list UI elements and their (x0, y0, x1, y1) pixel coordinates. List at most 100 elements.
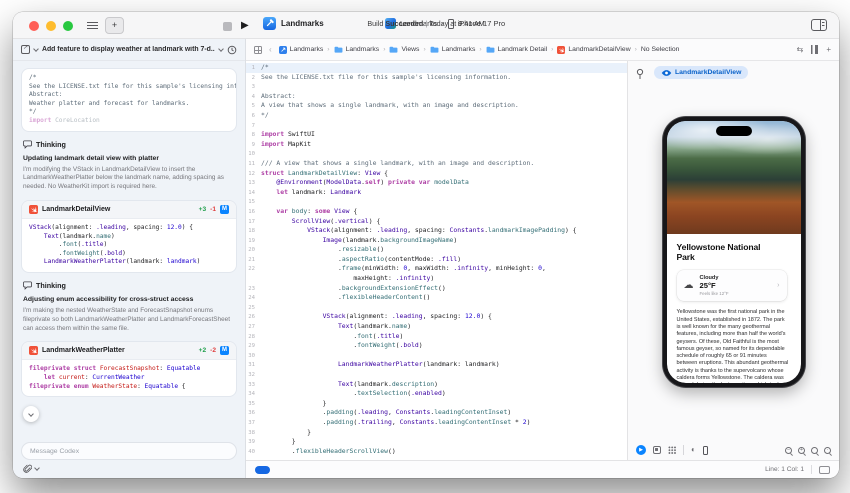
source-editor[interactable]: 1/* 2 See the LICENSE.txt file for this sa… (246, 61, 628, 460)
chevron-down-icon (28, 410, 34, 417)
lines-removed: -2 (210, 347, 216, 355)
device-settings-icon[interactable] (702, 445, 708, 455)
xcode-project-icon (263, 17, 276, 30)
breadcrumb-item[interactable]: Landmarks (334, 46, 379, 53)
chat-message-input[interactable] (21, 442, 237, 460)
lines-added: +3 (198, 205, 207, 213)
code-line: 19 Image(landmark.backgroundImageName) (246, 236, 627, 246)
chevron-down-icon[interactable] (34, 465, 40, 471)
code-line: 14 let landmark: Landmark (246, 188, 627, 198)
project-indicator[interactable]: Landmarks (263, 17, 324, 30)
editor-options-icon[interactable] (811, 19, 827, 31)
thinking-body: I'm modifying the VStack in LandmarkDeta… (23, 165, 224, 191)
code-line: 29 .fontWeight(.bold) (246, 341, 627, 351)
file-change-card-1[interactable]: LandmarkDetailView +3 -1 M VStack(alignm… (21, 199, 237, 273)
variants-icon[interactable] (653, 446, 661, 454)
grid-icon[interactable] (668, 446, 676, 454)
thinking-label: Thinking (36, 139, 66, 149)
zoom-fit-icon[interactable] (811, 446, 818, 454)
swift-file-icon (29, 346, 38, 356)
swap-arrows-icon[interactable]: ⇆ (797, 45, 804, 54)
code-line: 5A view that shows a single landmark, wi… (246, 101, 627, 111)
display-icon[interactable] (819, 465, 830, 474)
code-line: 38 } (246, 428, 627, 438)
thinking-title: Adjusting enum accessibility for cross-s… (23, 295, 194, 303)
code-line: 2 See the LICENSE.txt file for this sampl… (246, 73, 627, 83)
breadcrumb-item[interactable]: Views (389, 46, 419, 53)
zoom-actual-size-icon[interactable]: · (824, 446, 831, 454)
breadcrumb-item[interactable]: LandmarkDetailView (557, 45, 631, 54)
code-line: 11/// A view that shows a single landmar… (246, 159, 627, 169)
code-line: 27 Text(landmark.name) (246, 322, 627, 332)
thinking-section-1: Thinking Updating landmark detail view w… (21, 139, 237, 193)
code-line: 9 import MapKit (246, 140, 627, 150)
preview-target-pill[interactable]: LandmarkDetailView (654, 66, 749, 79)
file-change-card-2[interactable]: LandmarkWeatherPlatter +2 -2 M filepriva… (21, 341, 237, 398)
run-button[interactable]: ▶ (241, 19, 249, 32)
editor-status-bar: Line: 1 Col: 1 (246, 460, 839, 478)
compose-icon[interactable] (21, 44, 30, 54)
code-line: 3 (246, 82, 627, 92)
chevron-down-icon[interactable] (218, 45, 224, 52)
breadcrumb-label: LandmarkDetailView (568, 46, 631, 53)
back-navigation-icon[interactable]: ‹ (269, 45, 272, 54)
zoom-window-button[interactable] (63, 21, 73, 31)
chat-footer (13, 460, 245, 478)
minimize-window-button[interactable] (46, 21, 56, 31)
lines-removed: -1 (210, 205, 216, 213)
breadcrumb-item[interactable]: Landmark Detail (486, 46, 547, 53)
code-line: /* (29, 74, 37, 81)
speech-bubble-icon (23, 140, 32, 149)
related-items-icon[interactable] (254, 45, 262, 54)
chevron-down-icon[interactable] (33, 45, 39, 52)
preview-target-label: LandmarkDetailView (675, 69, 742, 76)
breadcrumb-item[interactable]: Landmarks (430, 46, 475, 53)
license-code-card: /* See the LICENSE.txt file for this samp… (21, 68, 237, 132)
chat-list-icon[interactable] (87, 22, 98, 30)
close-window-button[interactable] (29, 21, 39, 31)
new-chat-button[interactable]: + (105, 17, 124, 34)
iphone-preview[interactable]: Yellowstone National Park ☁ Cloudy 25°F … (662, 117, 805, 387)
stop-button[interactable] (223, 22, 232, 31)
code-line: 40 .flexibleHeaderScrollView() (246, 447, 627, 457)
eye-icon (661, 69, 672, 76)
xcode-window: + ▶ Landmarks Landmarks › iPhone 17 Pro … (13, 12, 839, 478)
zoom-out-icon[interactable]: − (785, 446, 792, 454)
code-line: VStack(alignment: .leading, spacing: 12.… (29, 223, 193, 231)
breadcrumb-label: Landmarks (289, 46, 324, 53)
history-clock-icon[interactable] (227, 45, 237, 55)
swift-file-icon (557, 45, 566, 54)
assist-indicator-pill[interactable] (255, 465, 270, 474)
scroll-to-bottom-button[interactable] (23, 406, 39, 422)
breadcrumb-item[interactable]: No Selection (641, 46, 680, 53)
scheme-selector[interactable]: Landmarks › iPhone 17 Pro (385, 18, 505, 29)
pin-icon[interactable] (635, 68, 645, 80)
code-line: 8 import SwiftUI (246, 130, 627, 140)
chat-title[interactable]: Add feature to display weather at landma… (42, 46, 215, 53)
color-scheme-icon[interactable]: ◐ (691, 445, 696, 455)
weather-platter[interactable]: ☁ Cloudy 25°F Feels like 12°F › (676, 269, 787, 302)
modified-badge: M (220, 204, 229, 214)
chat-transcript[interactable]: /* See the LICENSE.txt file for this samp… (13, 61, 245, 436)
attachment-paperclip-icon[interactable] (23, 464, 32, 474)
code-line: .fontWeight(.bold) (29, 249, 126, 257)
folder-icon (430, 46, 439, 53)
breadcrumb-separator: › (383, 46, 386, 53)
thinking-section-2: Thinking Adjusting enum accessibility fo… (21, 280, 237, 334)
jump-bar: ‹ Landmarks › Landmarks › Views › Landmarks › La… (246, 39, 839, 61)
scheme-name: Landmarks (400, 19, 438, 28)
breadcrumb-separator: › (423, 46, 426, 53)
scheme-separator: › (441, 19, 444, 28)
code-line: 4 Abstract: (246, 92, 627, 102)
zoom-in-icon[interactable]: + (798, 446, 805, 454)
code-line: 35 } (246, 399, 627, 409)
code-line: 33 Text(landmark.description) (246, 380, 627, 390)
coding-assistant-panel: Add feature to display weather at landma… (13, 39, 246, 478)
live-preview-button[interactable]: ▶ (636, 445, 646, 455)
add-editor-icon[interactable]: + (826, 45, 831, 54)
minimap-icon[interactable] (811, 45, 819, 54)
breadcrumb-separator: › (327, 46, 330, 53)
thinking-body: I'm making the nested WeatherState and F… (23, 306, 230, 332)
breadcrumb-item[interactable]: Landmarks (278, 45, 324, 54)
thinking-label: Thinking (36, 280, 66, 290)
